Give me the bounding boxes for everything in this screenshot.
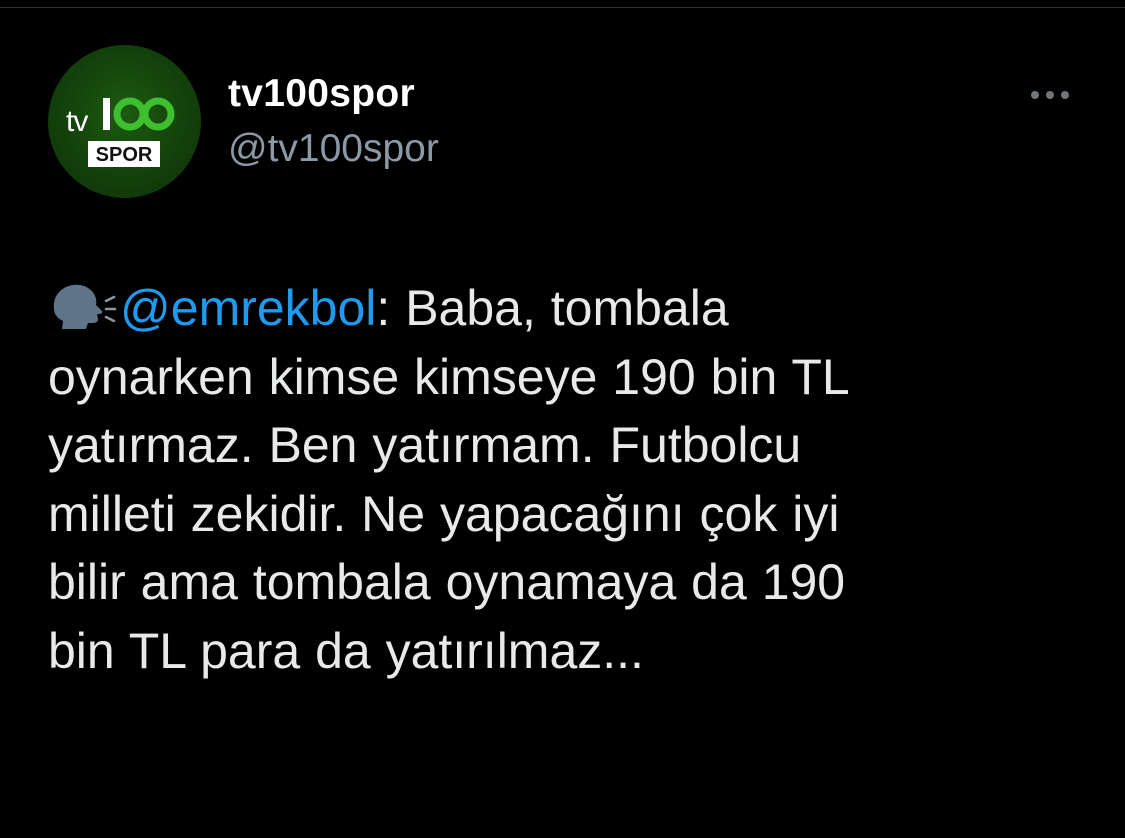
tweet: tv SPOR tv100spor @tv100spor @emrekbol: … [0,0,1125,838]
more-options-button[interactable] [1026,84,1074,106]
tweet-text-line: yatırmaz. Ben yatırmam. Futbolcu [48,417,802,473]
tweet-text-segment: : Baba, tombala [376,280,729,336]
mention-link[interactable]: @emrekbol [120,280,376,336]
avatar[interactable]: tv SPOR [48,45,201,198]
svg-text:SPOR: SPOR [96,144,153,166]
tweet-text-line: bilir ama tombala oynamaya da 190 [48,554,846,610]
tweet-text: @emrekbol: Baba, tombala oynarken kimse … [48,274,1078,685]
user-handle[interactable]: @tv100spor [228,124,439,174]
svg-text:tv: tv [66,105,88,138]
display-name[interactable]: tv100spor [228,70,439,118]
tweet-text-line: oynarken kimse kimseye 190 bin TL [48,348,850,405]
speaking-head-icon [53,284,117,329]
tv100spor-logo: tv SPOR [66,97,175,167]
tweet-text-line: bin TL para da yatırılmaz... [48,622,644,679]
author-block: tv100spor @tv100spor [228,70,439,174]
tweet-text-line: milleti zekidir. Ne yapacağını çok iyi [48,485,840,542]
more-horizontal-icon [1031,91,1069,99]
tweet-text-line: @emrekbol: Baba, tombala [48,274,1078,343]
